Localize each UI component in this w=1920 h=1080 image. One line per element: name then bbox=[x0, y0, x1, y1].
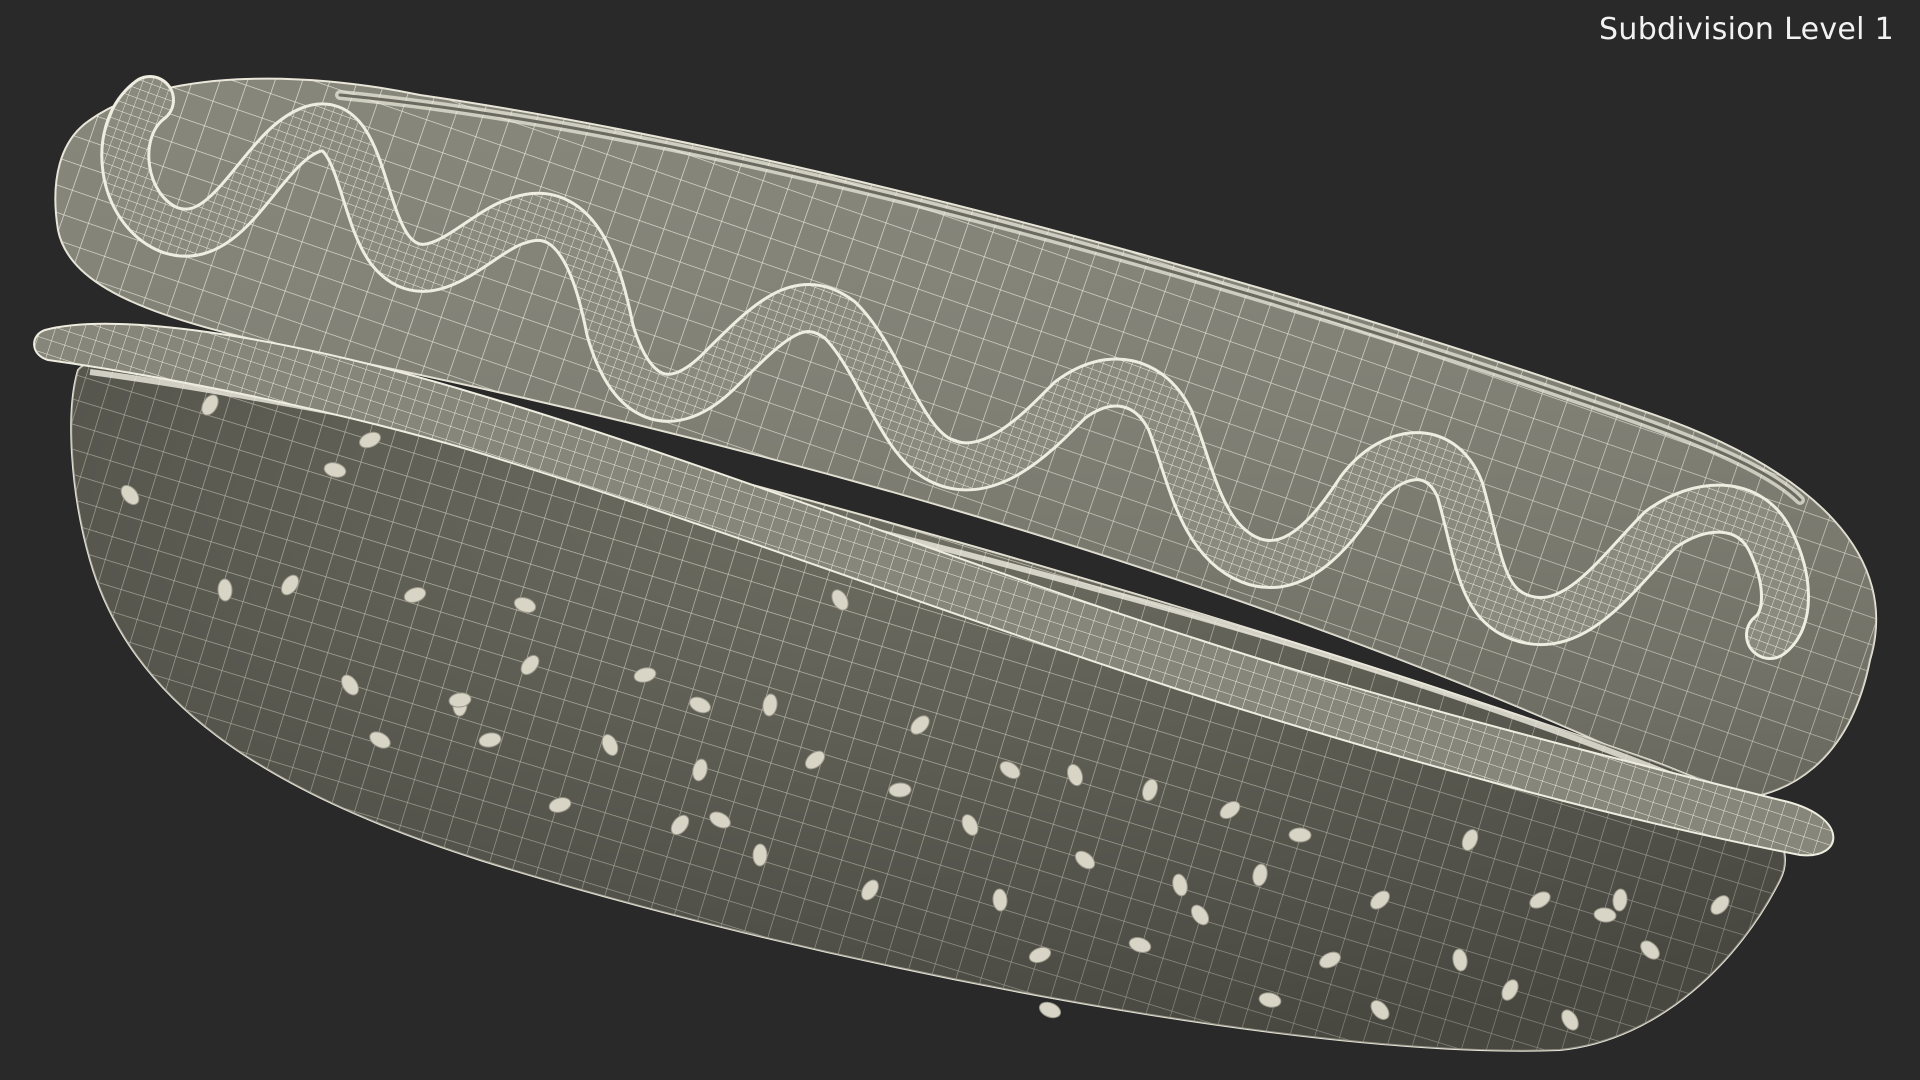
3d-viewport[interactable]: Subdivision Level 1 bbox=[0, 0, 1920, 1080]
sesame-seed bbox=[217, 578, 233, 602]
sesame-seed bbox=[752, 843, 768, 867]
subdivision-level-label: Subdivision Level 1 bbox=[1599, 12, 1894, 47]
wireframe-render bbox=[33, 75, 1878, 1052]
sesame-seed bbox=[1038, 1001, 1062, 1019]
sesame-seed bbox=[1288, 827, 1312, 843]
